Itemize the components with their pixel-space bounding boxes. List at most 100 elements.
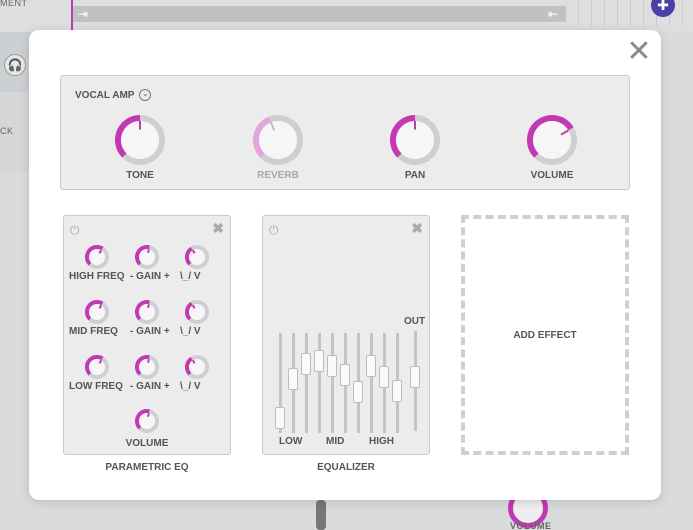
amp-knob-pan[interactable]: PAN (388, 114, 442, 181)
close-icon[interactable]: ✕ (625, 37, 653, 67)
peq-volume-knob[interactable]: VOLUME (124, 408, 170, 449)
eq-band-handle[interactable] (314, 350, 324, 373)
arrow-left-icon: ⇤ (548, 7, 559, 21)
knob-cap (139, 304, 155, 320)
peq-gain-label: - GAIN + (130, 271, 170, 282)
eq-band-handle[interactable] (275, 407, 285, 430)
add-effect-label: ADD EFFECT (513, 329, 577, 341)
eq-band-handle[interactable] (327, 354, 337, 377)
background-volume-label: VOLUME (510, 521, 552, 530)
power-icon[interactable]: ⏻ (269, 223, 279, 238)
knob-dial[interactable] (526, 114, 578, 166)
band-label-high: HIGH (369, 436, 394, 447)
peq-knob[interactable] (134, 244, 160, 270)
amp-knob-label: PAN (404, 170, 426, 181)
peq-freq-label: MID FREQ (69, 326, 118, 337)
knob-cap (89, 249, 105, 265)
amp-knob-tone[interactable]: TONE (113, 114, 167, 181)
peq-shape-label: \_/ V (180, 326, 201, 337)
timeline-region[interactable] (72, 6, 566, 22)
eq-band-handle[interactable] (366, 354, 376, 377)
knob-cap (139, 413, 155, 429)
peq-knob[interactable] (84, 244, 110, 270)
amp-knob-label: REVERB (257, 170, 299, 181)
eq-band-handle[interactable] (288, 368, 298, 391)
knob-dial[interactable] (184, 244, 210, 270)
knob-dial[interactable] (134, 354, 160, 380)
eq-band-track[interactable] (318, 333, 321, 433)
vocal-amp-panel: VOCAL AMP ⌄ TONE REVERB PAN VOLUME (60, 75, 630, 190)
peq-volume-label: VOLUME (125, 438, 169, 449)
eq-band-track[interactable] (305, 333, 308, 433)
arrow-right-icon: ⇥ (78, 7, 89, 21)
eq-band-handle[interactable] (301, 352, 311, 375)
knob-dial[interactable] (114, 114, 166, 166)
knob-dial[interactable] (184, 354, 210, 380)
equalizer-panel: ⏻ ✖ OUT LOW MID HIGH (262, 215, 430, 455)
power-icon[interactable]: ⏻ (70, 223, 80, 238)
band-label-mid: MID (326, 436, 345, 447)
knob-dial[interactable] (134, 299, 160, 325)
amp-title[interactable]: VOCAL AMP ⌄ (75, 89, 152, 101)
peq-freq-label: HIGH FREQ (69, 271, 125, 282)
knob-dial[interactable] (252, 114, 304, 166)
effects-modal: ✕ VOCAL AMP ⌄ TONE REVERB PAN VOLUME ⏻ ✖ HI… (29, 30, 661, 500)
eq-out-handle[interactable] (410, 366, 420, 389)
knob-cap (139, 249, 155, 265)
row-label: CK (0, 126, 14, 136)
eq-band-track[interactable] (370, 333, 373, 433)
peq-knob[interactable] (84, 299, 110, 325)
amp-knob-volume[interactable]: VOLUME (525, 114, 579, 181)
peq-gain-label: - GAIN + (130, 381, 170, 392)
equalizer-caption: EQUALIZER (317, 462, 375, 473)
knob-cap (139, 359, 155, 375)
remove-icon[interactable]: ✖ (212, 220, 224, 237)
knob-cap (189, 304, 205, 320)
knob-dial[interactable] (134, 408, 160, 434)
playhead[interactable] (71, 0, 73, 30)
headphone-icon[interactable]: 🎧 (4, 54, 26, 76)
knob-dial[interactable] (184, 299, 210, 325)
amp-knob-label: VOLUME (530, 170, 574, 181)
peq-knob[interactable] (184, 244, 210, 270)
knob-cap (189, 249, 205, 265)
peq-knob[interactable] (134, 354, 160, 380)
knob-dial[interactable] (134, 244, 160, 270)
peq-shape-label: \_/ V (180, 271, 201, 282)
knob-cap (259, 121, 297, 159)
amp-knob-reverb[interactable]: REVERB (251, 114, 305, 181)
knob-dial[interactable] (84, 299, 110, 325)
knob-dial[interactable] (84, 244, 110, 270)
knob-dial[interactable] (84, 354, 110, 380)
knob-indicator (147, 412, 150, 417)
amp-title-text: VOCAL AMP (75, 89, 135, 101)
knob-cap (89, 359, 105, 375)
parametric-eq-panel: ⏻ ✖ HIGH FREQ - GAIN + \_/ V MID FREQ - GAIN… (63, 215, 231, 455)
chevron-down-icon[interactable]: ⌄ (139, 89, 152, 101)
out-label: OUT (404, 316, 426, 327)
eq-band-track[interactable] (331, 333, 334, 433)
band-label-low: LOW (279, 436, 303, 447)
eq-band-handle[interactable] (392, 379, 402, 402)
knob-cap (189, 359, 205, 375)
peq-knob[interactable] (84, 354, 110, 380)
parametric-eq-caption: PARAMETRIC EQ (105, 462, 189, 473)
remove-icon[interactable]: ✖ (411, 220, 423, 237)
knob-dial[interactable] (389, 114, 441, 166)
peq-freq-label: LOW FREQ (69, 381, 123, 392)
eq-band-handle[interactable] (340, 364, 350, 387)
amp-knob-label: TONE (126, 170, 154, 181)
peq-knob[interactable] (134, 299, 160, 325)
track-label: MENT (0, 0, 28, 8)
cable (316, 500, 326, 530)
peq-shape-label: \_/ V (180, 381, 201, 392)
eq-band-handle[interactable] (379, 365, 389, 388)
peq-knob[interactable] (184, 354, 210, 380)
eq-band-handle[interactable] (353, 381, 363, 404)
knob-indicator (147, 358, 150, 363)
peq-knob[interactable] (184, 299, 210, 325)
knob-cap (89, 304, 105, 320)
add-effect-slot[interactable]: ADD EFFECT (461, 215, 629, 455)
knob-cap (533, 121, 571, 159)
peq-gain-label: - GAIN + (130, 326, 170, 337)
